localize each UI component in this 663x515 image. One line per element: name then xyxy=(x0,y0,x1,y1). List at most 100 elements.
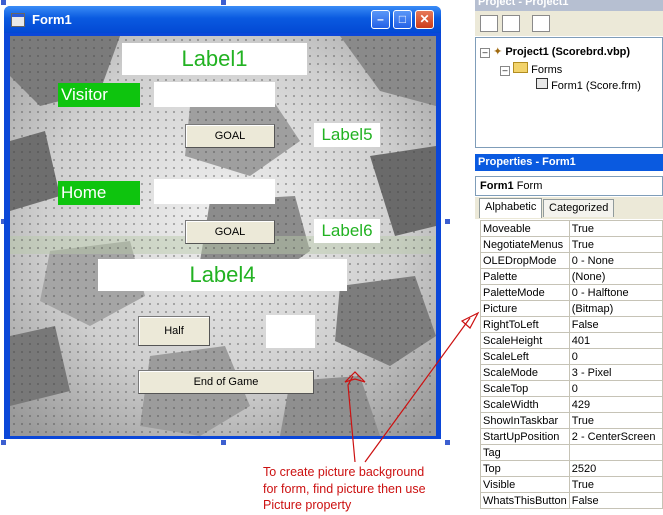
property-value[interactable] xyxy=(568,444,663,461)
resize-handle[interactable] xyxy=(221,0,226,5)
resize-handle[interactable] xyxy=(445,219,450,224)
property-row[interactable]: Tag xyxy=(480,444,663,461)
property-row[interactable]: ScaleWidth 429 xyxy=(480,396,663,413)
property-row[interactable]: Moveable True xyxy=(480,220,663,237)
property-value[interactable]: 0 xyxy=(568,348,663,365)
goal-button-home[interactable]: GOAL xyxy=(185,220,275,244)
property-name[interactable]: Top xyxy=(480,460,570,477)
form-client-area[interactable]: Label1 Visitor GOAL Label5 Home GOAL Lab… xyxy=(10,36,436,436)
tree-form1-item[interactable]: Form1 (Score.frm) xyxy=(551,80,641,92)
annotation-text: To create picture background for form, f… xyxy=(263,464,473,514)
property-value[interactable]: True xyxy=(568,412,663,429)
home-label[interactable]: Home xyxy=(58,181,140,205)
tab-categorized[interactable]: Categorized xyxy=(543,199,615,217)
toggle-folders-icon[interactable] xyxy=(532,15,550,32)
visitor-score-textbox[interactable] xyxy=(154,82,275,107)
object-selector[interactable]: Form1 Form xyxy=(475,176,663,196)
end-of-game-button[interactable]: End of Game xyxy=(138,370,314,394)
goal-button-visitor[interactable]: GOAL xyxy=(185,124,275,148)
properties-grid: Moveable True NegotiateMenus True OLEDropMod… xyxy=(480,220,663,509)
view-object-icon[interactable] xyxy=(502,15,520,32)
property-value[interactable]: 0 - Halftone xyxy=(568,284,663,301)
property-name[interactable]: ScaleWidth xyxy=(480,396,570,413)
property-row[interactable]: StartUpPosition 2 - CenterScreen xyxy=(480,428,663,445)
minimize-icon[interactable]: – xyxy=(371,10,390,29)
property-row[interactable]: RightToLeft False xyxy=(480,316,663,333)
tree-project-root[interactable]: Project1 (Scorebrd.vbp) xyxy=(505,46,630,58)
property-value[interactable]: 429 xyxy=(568,396,663,413)
close-icon[interactable]: ✕ xyxy=(415,10,434,29)
annotation-line: for form, find picture then use xyxy=(263,481,426,496)
collapse-icon[interactable]: – xyxy=(480,48,490,58)
property-row[interactable]: ScaleLeft 0 xyxy=(480,348,663,365)
project-icon: ✦ xyxy=(493,46,503,58)
property-value[interactable]: 0 xyxy=(568,380,663,397)
home-score-textbox[interactable] xyxy=(154,179,275,204)
property-value[interactable]: True xyxy=(568,236,663,253)
property-value[interactable]: 3 - Pixel xyxy=(568,364,663,381)
property-name[interactable]: ScaleLeft xyxy=(480,348,570,365)
property-name[interactable]: ScaleMode xyxy=(480,364,570,381)
resize-handle[interactable] xyxy=(1,440,6,445)
form-file-icon xyxy=(536,78,548,89)
properties-tabs: Alphabetic Categorized xyxy=(475,197,663,219)
resize-handle[interactable] xyxy=(221,440,226,445)
form-titlebar[interactable]: Form1 – □ ✕ xyxy=(4,6,441,33)
property-row[interactable]: ScaleMode 3 - Pixel xyxy=(480,364,663,381)
property-row[interactable]: Visible True xyxy=(480,476,663,493)
label5[interactable]: Label5 xyxy=(314,123,380,147)
resize-handle[interactable] xyxy=(1,0,6,5)
property-value[interactable]: (None) xyxy=(568,268,663,285)
property-row[interactable]: NegotiateMenus True xyxy=(480,236,663,253)
properties-title: Properties - Form1 xyxy=(475,154,663,171)
property-row[interactable]: ScaleHeight 401 xyxy=(480,332,663,349)
label6[interactable]: Label6 xyxy=(314,219,380,243)
property-value[interactable]: True xyxy=(568,476,663,493)
form-icon xyxy=(11,13,25,27)
property-value[interactable]: False xyxy=(568,492,663,509)
visitor-label[interactable]: Visitor xyxy=(58,83,140,107)
property-name[interactable]: ScaleHeight xyxy=(480,332,570,349)
property-name[interactable]: StartUpPosition xyxy=(480,428,570,445)
property-row[interactable]: Top 2520 xyxy=(480,460,663,477)
label4[interactable]: Label4 xyxy=(98,259,347,291)
property-row[interactable]: PaletteMode 0 - Halftone xyxy=(480,284,663,301)
half-button[interactable]: Half xyxy=(138,316,210,346)
maximize-icon[interactable]: □ xyxy=(393,10,412,29)
label1[interactable]: Label1 xyxy=(122,43,307,75)
property-row[interactable]: WhatsThisButton False xyxy=(480,492,663,509)
property-name[interactable]: NegotiateMenus xyxy=(480,236,570,253)
property-value[interactable]: True xyxy=(568,220,663,237)
property-row[interactable]: ShowInTaskbar True xyxy=(480,412,663,429)
property-name[interactable]: Palette xyxy=(480,268,570,285)
property-row[interactable]: OLEDropMode 0 - None xyxy=(480,252,663,269)
property-name[interactable]: WhatsThisButton xyxy=(480,492,570,509)
property-name[interactable]: ScaleTop xyxy=(480,380,570,397)
project-tree[interactable]: – ✦ Project1 (Scorebrd.vbp) – Forms Form… xyxy=(475,37,663,148)
property-value[interactable]: False xyxy=(568,316,663,333)
collapse-icon[interactable]: – xyxy=(500,66,510,76)
half-textbox[interactable] xyxy=(266,315,315,348)
form-window[interactable]: Form1 – □ ✕ Label1 Visitor GOAL Label5 H… xyxy=(4,6,441,439)
property-name[interactable]: RightToLeft xyxy=(480,316,570,333)
tab-alphabetic[interactable]: Alphabetic xyxy=(479,198,543,218)
property-name[interactable]: OLEDropMode xyxy=(480,252,570,269)
property-row[interactable]: Palette (None) xyxy=(480,268,663,285)
property-value[interactable]: 401 xyxy=(568,332,663,349)
view-code-icon[interactable] xyxy=(480,15,498,32)
property-row[interactable]: Picture (Bitmap) xyxy=(480,300,663,317)
property-name[interactable]: Tag xyxy=(480,444,570,461)
property-value[interactable]: 0 - None xyxy=(568,252,663,269)
property-name[interactable]: Visible xyxy=(480,476,570,493)
property-row[interactable]: ScaleTop 0 xyxy=(480,380,663,397)
property-name[interactable]: PaletteMode xyxy=(480,284,570,301)
tree-forms-folder[interactable]: Forms xyxy=(531,64,562,76)
property-value[interactable]: 2 - CenterScreen xyxy=(568,428,663,445)
property-name[interactable]: Picture xyxy=(480,300,570,317)
property-value[interactable]: (Bitmap) xyxy=(568,300,663,317)
folder-icon xyxy=(513,62,529,73)
property-value[interactable]: 2520 xyxy=(568,460,663,477)
resize-handle[interactable] xyxy=(445,440,450,445)
property-name[interactable]: Moveable xyxy=(480,220,570,237)
property-name[interactable]: ShowInTaskbar xyxy=(480,412,570,429)
